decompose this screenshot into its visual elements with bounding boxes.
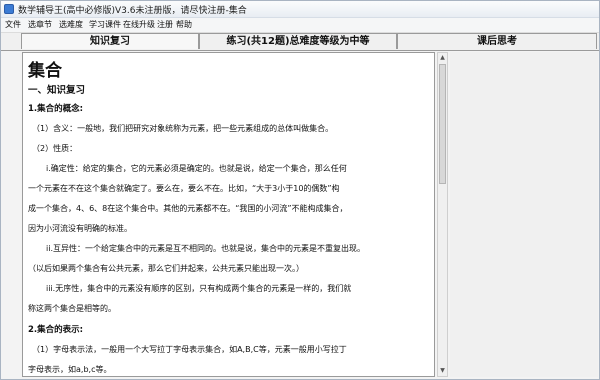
- paragraph-line: 字母表示，如a,b,c等。: [28, 365, 112, 374]
- app-window: 数学辅导王(高中必修版)V3.6未注册版，请尽快注册-集合 文件 选章节 选难度…: [0, 0, 600, 380]
- paragraph-line: （1）字母表示法，一般用一个大写拉丁字母表示集合，如A,B,C等，元素一般用小写…: [32, 345, 347, 354]
- menu-bar: 文件 选章节 选难度 学习课件 在线升级 注册 帮助: [1, 18, 599, 33]
- menu-item-register[interactable]: 注册: [157, 19, 173, 31]
- paragraph-line: 成一个集合，4、6、8在这个集合中。其他的元素都不在。“我国的小河流”不能构成集…: [28, 204, 348, 213]
- tab-after-class[interactable]: 课后思考: [397, 33, 597, 49]
- paragraph-line: 一个元素在不在这个集合就确定了。要么在，要么不在。比如，“大于3小于10的偶数”…: [28, 184, 340, 193]
- paragraph-line: iii.无序性，集合中的元素没有顺序的区别，只有构成两个集合的元素是一样的，我们…: [46, 284, 352, 293]
- menu-item-difficulty[interactable]: 选难度: [59, 19, 83, 31]
- lesson-title: 集合: [28, 61, 62, 81]
- paragraph-line: （1）含义：一般地，我们把研究对象统称为元素，把一些元素组成的总体叫做集合。: [32, 124, 334, 133]
- paragraph-line: （以后如果两个集合有公共元素，那么它们并起来，公共元素只能出现一次。）: [28, 264, 304, 273]
- title-bar[interactable]: 数学辅导王(高中必修版)V3.6未注册版，请尽快注册-集合: [1, 1, 599, 18]
- paragraph-line: （2）性质：: [32, 144, 78, 153]
- scroll-up-arrow-icon[interactable]: ▲: [438, 53, 447, 63]
- vertical-scrollbar[interactable]: ▲ ▼: [437, 52, 448, 377]
- menu-item-courseware[interactable]: 学习课件: [89, 19, 121, 31]
- side-panel: [450, 52, 598, 377]
- menu-item-help[interactable]: 帮助: [176, 19, 192, 31]
- scroll-down-arrow-icon[interactable]: ▼: [438, 366, 447, 376]
- menu-item-chapter[interactable]: 选章节: [28, 19, 52, 31]
- scrollbar-thumb[interactable]: [439, 64, 446, 184]
- subheading-concept: 1.集合的概念:: [28, 104, 84, 114]
- window-title: 数学辅导王(高中必修版)V3.6未注册版，请尽快注册-集合: [18, 6, 247, 16]
- paragraph-line: i.确定性：给定的集合，它的元素必须是确定的。也就是说，给定一个集合，那么任何: [46, 164, 347, 173]
- tab-bar: 知识复习 练习(共12题)总难度等级为中等 课后思考: [1, 33, 599, 51]
- menu-item-update[interactable]: 在线升级: [123, 19, 155, 31]
- app-icon: [4, 4, 14, 14]
- tab-exercises[interactable]: 练习(共12题)总难度等级为中等: [199, 33, 397, 49]
- menu-item-file[interactable]: 文件: [5, 19, 21, 31]
- tab-knowledge-review[interactable]: 知识复习: [21, 33, 199, 49]
- lesson-content-panel[interactable]: 集合 一、知识复习 1.集合的概念: （1）含义：一般地，我们把研究对象统称为元…: [22, 52, 435, 377]
- paragraph-line: ii.互异性：一个给定集合中的元素是互不相同的。也就是说，集合中的元素是不重复出…: [46, 244, 365, 253]
- section-heading: 一、知识复习: [28, 85, 86, 96]
- subheading-representation: 2.集合的表示:: [28, 325, 84, 335]
- paragraph-line: 称这两个集合是相等的。: [28, 304, 116, 313]
- paragraph-line: 因为小河流没有明确的标准。: [28, 224, 132, 233]
